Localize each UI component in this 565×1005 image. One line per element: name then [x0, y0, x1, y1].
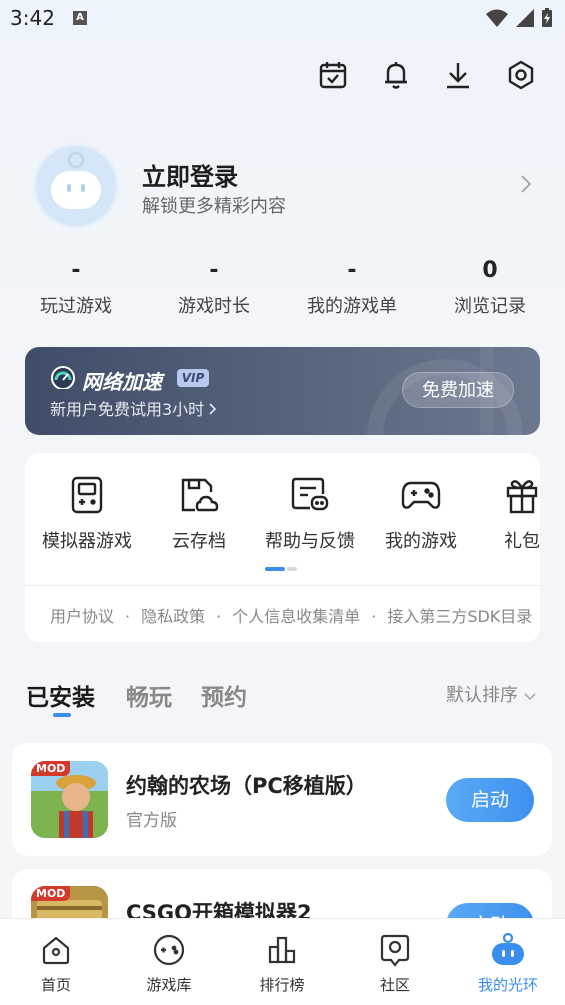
cloud-save-icon [179, 475, 219, 515]
stat-value: - [347, 258, 357, 283]
divider [25, 585, 540, 586]
nav-label: 游戏库 [146, 976, 192, 994]
tab-play[interactable]: 畅玩 [126, 678, 172, 712]
home-icon [38, 932, 74, 968]
game-subtitle: 官方版 [126, 811, 177, 831]
separator-dot: · [216, 607, 222, 626]
speed-gauge-icon [50, 365, 76, 393]
tool-label: 我的游戏 [385, 531, 457, 552]
bell-icon[interactable] [377, 56, 415, 94]
game-library-icon [151, 932, 187, 968]
page-indicator-inactive [287, 567, 297, 571]
stat-browse-history[interactable]: 0 浏览记录 [420, 258, 560, 318]
tool-label: 模拟器游戏 [42, 531, 132, 552]
tab-installed[interactable]: 已安装 [26, 678, 95, 712]
stat-value: 0 [482, 258, 498, 283]
notification-a-icon: A [73, 11, 87, 25]
page-indicator-active [265, 567, 285, 571]
separator-dot: · [125, 607, 131, 626]
sort-label: 默认排序 [446, 685, 518, 706]
link-third-party-sdk[interactable]: 接入第三方SDK目录 [387, 607, 532, 626]
community-icon [377, 932, 413, 968]
nav-my-profile[interactable]: 我的光环 [458, 932, 558, 995]
avatar[interactable] [33, 143, 119, 229]
battery-icon [542, 8, 552, 27]
stat-label: 浏览记录 [454, 296, 526, 317]
gift-icon [502, 475, 540, 515]
status-icons [485, 8, 553, 28]
vip-title: 网络加速 [82, 370, 162, 394]
game-thumbnail[interactable]: MOD [31, 761, 108, 838]
ranking-icon [264, 932, 300, 968]
wifi-icon [486, 9, 508, 27]
separator-dot: · [371, 607, 377, 626]
nav-label: 社区 [379, 976, 410, 994]
game-title: 约翰的农场（PC移植版） [126, 774, 367, 798]
tab-reserved[interactable]: 预约 [201, 678, 247, 712]
chevron-right-icon [209, 403, 217, 415]
mod-tag: MOD [31, 761, 71, 776]
tool-my-games[interactable]: 我的游戏 [361, 475, 481, 553]
nav-home[interactable]: 首页 [6, 932, 106, 995]
link-privacy-policy[interactable]: 隐私政策 [141, 607, 205, 626]
tool-help-feedback[interactable]: 帮助与反馈 [250, 475, 370, 553]
legal-links: 用户协议 · 隐私政策 · 个人信息收集清单 · 接入第三方SDK目录 [50, 603, 540, 627]
chevron-right-icon[interactable] [520, 174, 532, 198]
download-icon[interactable] [439, 56, 477, 94]
login-subtitle: 解锁更多精彩内容 [142, 196, 286, 217]
stat-label: 游戏时长 [178, 296, 250, 317]
gameboy-icon [67, 475, 107, 515]
tool-label: 帮助与反馈 [265, 531, 355, 552]
stat-value: - [71, 258, 81, 283]
gamepad-icon [401, 475, 441, 515]
stat-label: 玩过游戏 [40, 296, 112, 317]
nav-community[interactable]: 社区 [345, 932, 445, 995]
stat-play-time[interactable]: - 游戏时长 [144, 258, 284, 318]
stat-game-lists[interactable]: - 我的游戏单 [282, 258, 422, 318]
tool-label: 云存档 [172, 531, 226, 552]
tool-gift[interactable]: 礼包 [478, 475, 540, 553]
tool-cloud-save[interactable]: 云存档 [139, 475, 259, 553]
login-title[interactable]: 立即登录 [142, 157, 238, 192]
status-time: 3:42 [10, 6, 55, 30]
feedback-icon [290, 475, 330, 515]
tab-underline [53, 713, 71, 717]
stat-value: - [209, 258, 219, 283]
stat-label: 我的游戏单 [307, 296, 397, 317]
vip-subtitle-text: 新用户免费试用3小时 [50, 400, 205, 419]
calendar-check-icon[interactable] [314, 56, 352, 94]
link-user-agreement[interactable]: 用户协议 [50, 607, 114, 626]
nav-game-library[interactable]: 游戏库 [119, 932, 219, 995]
vip-subtitle[interactable]: 新用户免费试用3小时 [50, 396, 217, 420]
launch-button[interactable]: 启动 [446, 778, 534, 822]
vip-badge: VIP [177, 369, 209, 387]
mod-tag: MOD [31, 886, 71, 901]
nav-label: 排行榜 [259, 976, 305, 994]
free-accelerate-button[interactable]: 免费加速 [402, 372, 514, 408]
nav-label: 首页 [40, 976, 71, 994]
link-personal-info-list[interactable]: 个人信息收集清单 [232, 607, 360, 626]
nav-label: 我的光环 [477, 976, 538, 994]
stat-played-games[interactable]: - 玩过游戏 [6, 258, 146, 318]
sort-dropdown[interactable]: 默认排序 [446, 681, 536, 707]
my-profile-icon [490, 932, 526, 968]
nav-ranking[interactable]: 排行榜 [232, 932, 332, 995]
tool-label: 礼包 [504, 531, 540, 552]
chevron-down-icon [524, 693, 536, 701]
signal-icon [516, 9, 534, 27]
tool-gift-clip: 礼包 [478, 475, 540, 565]
settings-icon[interactable] [502, 56, 540, 94]
tool-emulator-games[interactable]: 模拟器游戏 [27, 475, 147, 553]
